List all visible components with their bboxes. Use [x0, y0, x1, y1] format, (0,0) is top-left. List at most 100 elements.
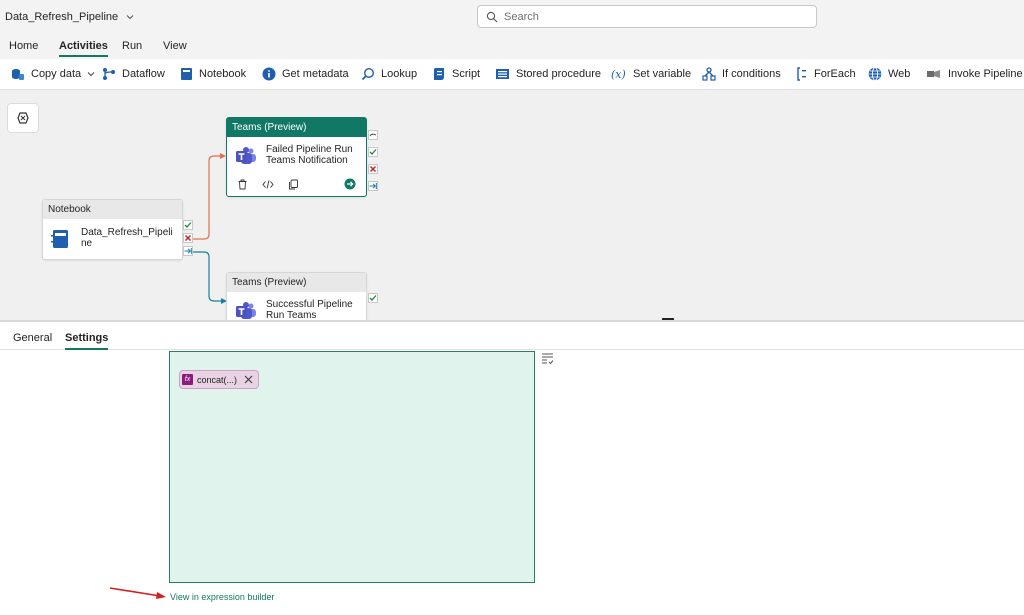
tab-view[interactable]: View	[163, 40, 187, 52]
svg-text:(x): (x)	[611, 68, 626, 81]
stored-procedure-button[interactable]: Stored procedure	[495, 67, 601, 81]
copy-data-label: Copy data	[31, 68, 82, 80]
web-label: Web	[888, 68, 911, 80]
stored-procedure-icon	[496, 69, 509, 79]
expression-editor[interactable]: fx concat(...)	[169, 351, 535, 583]
pipeline-title[interactable]: Data_Refresh_Pipeline	[5, 11, 134, 23]
activities-toolbar: Copy data Dataflow Notebook Get metadata…	[0, 59, 1024, 90]
on-completion-port[interactable]	[183, 246, 193, 256]
ribbon-tabs: Home Activities Run View	[0, 35, 1024, 59]
foreach-icon	[797, 67, 806, 81]
set-variable-button[interactable]: (x) Set variable	[611, 67, 691, 81]
success-connector	[193, 251, 224, 302]
node-actions	[237, 178, 356, 190]
invoke-pipeline-label: Invoke Pipeline (L	[948, 68, 1024, 80]
node-type-label: Teams (Preview)	[227, 273, 366, 292]
web-button[interactable]: Web	[868, 67, 910, 81]
code-icon[interactable]	[262, 179, 274, 190]
node-type-label: Notebook	[43, 200, 182, 219]
arrow-right-icon	[184, 248, 192, 254]
arrow-right-icon	[369, 183, 377, 189]
lookup-button[interactable]: Lookup	[361, 67, 417, 81]
close-icon	[184, 234, 192, 242]
invoke-pipeline-button[interactable]: Invoke Pipeline (L	[926, 67, 1024, 81]
on-failure-port[interactable]	[368, 164, 378, 174]
check-icon	[369, 295, 377, 301]
search-placeholder: Search	[504, 10, 539, 23]
get-metadata-button[interactable]: Get metadata	[262, 67, 349, 81]
stored-procedure-label: Stored procedure	[516, 68, 601, 80]
script-icon	[434, 68, 444, 80]
skip-icon	[369, 133, 377, 137]
lookup-icon	[361, 67, 375, 81]
on-success-port[interactable]	[368, 147, 378, 157]
failure-connector	[193, 155, 224, 240]
search-icon	[486, 11, 498, 22]
on-success-port[interactable]	[183, 220, 193, 230]
node-name-line-1: Failed Pipeline Run	[266, 144, 353, 155]
tab-activities[interactable]: Activities	[59, 40, 108, 57]
set-variable-label: Set variable	[633, 68, 692, 80]
info-icon	[262, 67, 276, 81]
on-skip-port[interactable]	[368, 130, 378, 140]
on-success-port[interactable]	[368, 293, 378, 303]
notebook-button[interactable]: Notebook	[180, 67, 246, 81]
delete-icon[interactable]	[237, 179, 248, 190]
if-conditions-button[interactable]: If conditions	[702, 67, 781, 81]
search-input[interactable]: Search	[477, 5, 817, 28]
title-bar: Data_Refresh_Pipeline Search	[0, 0, 1024, 35]
variable-icon: (x)	[611, 68, 626, 81]
notebook-icon	[51, 230, 68, 248]
node-name: Data_Refresh_Pipeli ne	[81, 227, 173, 249]
invoke-pipeline-icon	[927, 70, 940, 78]
expression-format-icon[interactable]	[541, 352, 554, 365]
pipeline-title-label: Data_Refresh_Pipeline	[5, 11, 119, 23]
go-arrow-icon[interactable]	[344, 178, 356, 190]
expression-chip-label: concat(...)	[197, 374, 238, 385]
notebook-activity-node[interactable]: Notebook Data_Refresh_Pipeli ne	[42, 199, 183, 260]
splitter-handle[interactable]	[662, 318, 674, 320]
close-icon	[369, 165, 377, 173]
on-completion-port[interactable]	[368, 181, 378, 191]
view-in-expression-builder-link[interactable]: View in expression builder	[170, 592, 274, 602]
notebook-icon	[181, 68, 192, 80]
script-button[interactable]: Script	[432, 67, 480, 81]
web-icon	[868, 67, 882, 81]
node-name-line-2: Run Teams	[266, 310, 317, 320]
pipeline-canvas[interactable]: Notebook Data_Refresh_Pipeli ne Teams (P…	[0, 90, 1024, 320]
script-label: Script	[452, 68, 481, 80]
annotation-arrow	[109, 587, 166, 599]
node-name-line-2: Teams Notification	[266, 155, 348, 166]
properties-tabs: General Settings	[0, 322, 1024, 350]
if-conditions-icon	[702, 67, 716, 81]
node-type-label: Teams (Preview)	[227, 118, 366, 137]
dataflow-icon	[103, 68, 115, 80]
teams-success-node[interactable]: Teams (Preview) Successful Pipeline Run …	[226, 272, 367, 320]
tab-settings[interactable]: Settings	[65, 332, 109, 350]
lookup-label: Lookup	[381, 68, 418, 80]
check-icon	[184, 222, 192, 228]
dataflow-label: Dataflow	[122, 68, 165, 80]
teams-failed-node[interactable]: Teams (Preview) Failed Pipeline Run Team…	[226, 117, 367, 197]
notebook-label: Notebook	[199, 68, 247, 80]
dataflow-button[interactable]: Dataflow	[102, 67, 165, 81]
foreach-button[interactable]: ForEach	[796, 67, 856, 81]
node-name-line-1: Successful Pipeline	[266, 299, 353, 310]
tab-home[interactable]: Home	[9, 40, 38, 52]
chevron-down-icon	[126, 15, 134, 20]
check-icon	[369, 149, 377, 155]
copy-data-button[interactable]: Copy data	[11, 67, 95, 81]
tab-general[interactable]: General	[13, 332, 52, 344]
on-failure-port[interactable]	[183, 233, 193, 243]
tab-run[interactable]: Run	[122, 40, 142, 52]
chevron-down-icon	[87, 72, 95, 77]
get-metadata-label: Get metadata	[282, 68, 349, 80]
copy-data-icon	[12, 69, 24, 80]
expression-chip[interactable]: fx concat(...)	[179, 370, 260, 389]
function-icon: fx	[182, 374, 193, 385]
close-icon[interactable]	[243, 374, 254, 385]
foreach-label: ForEach	[814, 68, 856, 80]
copy-icon[interactable]	[288, 179, 299, 190]
if-conditions-label: If conditions	[722, 68, 781, 80]
teams-icon	[236, 147, 256, 164]
